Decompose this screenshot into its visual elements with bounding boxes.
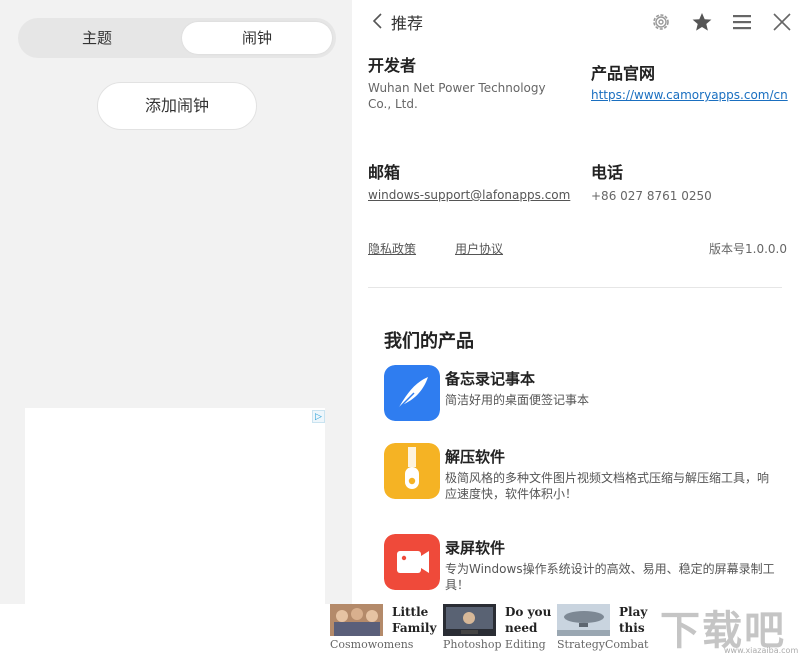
star-icon[interactable] [691, 11, 713, 33]
recommend-panel: 推荐 开发者 Wuhan Net Power Technology Co., L… [352, 0, 800, 604]
family-photo-icon [330, 604, 383, 636]
editing-screen-icon [443, 604, 496, 636]
segmented-control: 主题 闹钟 [18, 18, 336, 58]
left-pane: 主题 闹钟 添加闹钟 ▷ [0, 0, 352, 660]
add-alarm-button[interactable]: 添加闹钟 [97, 82, 257, 130]
ad-headline: Do you need [505, 604, 557, 636]
website-link[interactable]: https://www.camoryapps.com/cn [591, 88, 788, 102]
product-desc: 简洁好用的桌面便签记事本 [445, 392, 775, 408]
website-label: 产品官网 [591, 60, 655, 84]
panel-title: 推荐 [391, 10, 423, 34]
ad-source: Cosmowomens [330, 638, 413, 651]
product-name: 解压软件 [445, 446, 505, 467]
version-text: 版本号1.0.0.0 [709, 240, 787, 257]
feather-icon [384, 365, 440, 421]
gear-icon[interactable] [650, 11, 672, 33]
phone-label: 电话 [591, 159, 623, 183]
tab-theme[interactable]: 主题 [22, 22, 172, 54]
products-heading: 我们的产品 [384, 327, 474, 353]
email-label: 邮箱 [368, 159, 400, 183]
ad-source: StrategyCombat [557, 638, 648, 651]
email-link[interactable]: windows-support@lafonapps.com [368, 188, 570, 202]
ad-headline: Little Family [392, 604, 444, 636]
tab-alarm[interactable]: 闹钟 [182, 22, 332, 54]
developer-value: Wuhan Net Power Technology Co., Ltd. [368, 80, 568, 112]
product-name: 备忘录记事本 [445, 368, 535, 389]
product-name: 录屏软件 [445, 537, 505, 558]
product-desc: 极简风格的多种文件图片视频文档格式压缩与解压缩工具，响应速度快，软件体积小！ [445, 470, 775, 502]
ad-choices-icon[interactable]: ▷ [312, 410, 325, 423]
screen-record-icon [384, 534, 440, 590]
zipper-icon [384, 443, 440, 499]
phone-value: +86 027 8761 0250 [591, 188, 712, 204]
user-agreement-link[interactable]: 用户协议 [455, 240, 503, 257]
watermark-url: www.xiazaiba.com [724, 646, 798, 655]
ad-banner[interactable] [25, 408, 325, 608]
menu-icon[interactable] [731, 11, 753, 33]
divider [368, 287, 782, 288]
developer-label: 开发者 [368, 52, 416, 76]
ad-source: Photoshop Editing [443, 638, 546, 651]
product-desc: 专为Windows操作系统设计的高效、易用、稳定的屏幕录制工具！ [445, 561, 775, 593]
airship-icon [557, 604, 610, 636]
close-icon[interactable] [771, 11, 793, 33]
privacy-policy-link[interactable]: 隐私政策 [368, 240, 416, 257]
back-arrow-icon[interactable] [368, 9, 388, 33]
